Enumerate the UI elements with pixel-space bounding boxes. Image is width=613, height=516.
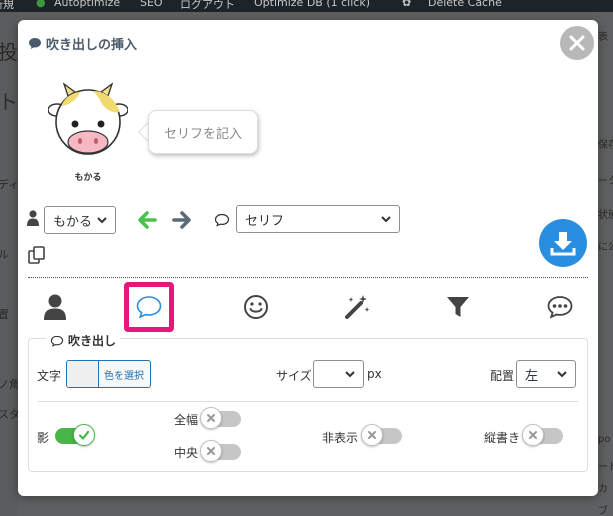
toggle-knob: [200, 440, 222, 462]
user-icon: [27, 210, 39, 226]
adminbar-logout[interactable]: ログアウト: [180, 0, 235, 12]
full-width-label: 全幅: [174, 413, 199, 427]
center-toggle[interactable]: [200, 440, 241, 462]
speech-bubble-icon: [29, 38, 41, 49]
toggle-knob: [522, 424, 544, 446]
bg-left-text: スタ: [0, 408, 20, 421]
toggle-knob: [200, 407, 222, 429]
bg-right-text: ブ: [598, 506, 608, 516]
filter-icon: [447, 297, 469, 317]
tab-character[interactable]: [30, 282, 80, 332]
tab-more[interactable]: [535, 282, 585, 332]
copy-icon[interactable]: [28, 246, 46, 264]
download-icon: [550, 232, 576, 256]
bg-right-text: に公: [598, 242, 613, 253]
arrow-right-icon[interactable]: [170, 208, 194, 232]
bg-right-text: 状態: [598, 210, 613, 221]
bg-left-text: ル: [0, 248, 9, 261]
chat-dots-icon: [547, 296, 573, 319]
chevron-down-icon: [97, 217, 107, 224]
bg-right-text: ータ: [598, 176, 613, 187]
color-picker-button[interactable]: 色を選択: [66, 360, 151, 388]
bg-left-text: ト: [0, 90, 18, 114]
bg-right-text: 表: [598, 32, 608, 43]
user-icon: [44, 294, 66, 320]
toggle-knob: [361, 424, 383, 446]
panel-divider: [38, 401, 578, 402]
avatar-cow-icon: [48, 82, 128, 155]
x-icon: [207, 414, 215, 422]
panel-legend-text: 吹き出し: [68, 334, 117, 348]
bg-left-text: ディ: [0, 178, 20, 191]
adminbar-new[interactable]: 新規: [0, 0, 14, 12]
adminbar-delete-cache[interactable]: Delete Cache: [428, 0, 502, 9]
adminbar-autoptimize[interactable]: Autoptimize: [54, 0, 120, 9]
modal-title-text: 吹き出しの挿入: [46, 38, 138, 53]
x-icon: [529, 431, 537, 439]
shadow-label: 影: [37, 431, 50, 445]
tab-emoji[interactable]: [231, 282, 281, 332]
bg-right-text: カ: [598, 484, 608, 495]
shadow-toggle[interactable]: [55, 424, 95, 446]
bg-right-text: po: [598, 434, 611, 445]
size-unit: px: [367, 367, 382, 381]
chevron-down-icon: [557, 371, 567, 378]
adminbar-seo[interactable]: SEO: [140, 0, 163, 9]
hide-label: 非表示: [322, 431, 359, 445]
modal-title: 吹き出しの挿入: [28, 34, 137, 53]
tab-effects[interactable]: [332, 282, 382, 332]
adminbar-status-dot: ●: [36, 0, 46, 9]
adminbar-optimize-db[interactable]: Optimize DB (1 click): [254, 0, 370, 9]
bg-left-text: 置: [0, 308, 9, 321]
bg-right-text: 保存: [598, 140, 613, 151]
admin-bar: 新規 ● Autoptimize SEO ログアウト Optimize DB (…: [0, 0, 613, 12]
speech-bubble-icon: [136, 296, 162, 319]
preview-speech-bubble[interactable]: セリフを記入: [148, 110, 258, 154]
size-label: サイズ: [276, 369, 312, 383]
x-icon: [368, 431, 376, 439]
hide-toggle[interactable]: [361, 424, 402, 446]
align-select-value: 左: [525, 368, 539, 384]
close-icon: [569, 35, 585, 51]
color-swatch: [67, 361, 99, 387]
chevron-down-icon: [381, 216, 391, 223]
bubble-settings-panel: [28, 338, 588, 472]
avatar-name: もかる: [74, 173, 102, 183]
smile-icon: [244, 295, 268, 319]
close-button[interactable]: [560, 26, 594, 60]
character-select[interactable]: もかる: [44, 206, 116, 234]
insert-bubble-modal: 吹き出しの挿入 もかる セリフを記入 もかる セリフ 吹き出し 文字 色を選択 …: [18, 20, 598, 496]
full-width-toggle[interactable]: [200, 407, 241, 429]
adminbar-cache-icon: ✿: [402, 0, 412, 9]
align-select[interactable]: 左: [516, 360, 576, 388]
align-label: 配置: [490, 369, 515, 383]
bubble-text: セリフを記入: [163, 126, 242, 142]
arrow-left-icon[interactable]: [135, 208, 159, 232]
bubble-type-select[interactable]: セリフ: [236, 205, 400, 233]
toolbar-divider: [28, 277, 588, 278]
color-button-label: 色を選択: [104, 370, 144, 382]
center-label: 中央: [174, 446, 199, 460]
toggle-knob: [73, 424, 95, 446]
size-select[interactable]: [313, 360, 364, 388]
speech-bubble-outline-icon: [214, 213, 230, 227]
tab-filter[interactable]: [433, 282, 483, 332]
check-icon: [78, 430, 90, 440]
tab-bubble[interactable]: [124, 282, 174, 332]
bg-right-text: ード: [598, 462, 613, 473]
panel-legend: 吹き出し: [46, 332, 121, 349]
download-button[interactable]: [539, 219, 587, 267]
bg-left-text: ノ角: [0, 378, 20, 391]
character-select-value: もかる: [53, 214, 93, 230]
x-icon: [207, 447, 215, 455]
speech-bubble-outline-icon: [50, 335, 64, 347]
magic-wand-icon: [345, 295, 370, 319]
chevron-down-icon: [345, 371, 355, 378]
vertical-toggle[interactable]: [522, 424, 563, 446]
bubble-type-select-value: セリフ: [245, 213, 285, 229]
vertical-label: 縦書き: [484, 431, 521, 445]
text-label: 文字: [37, 369, 62, 383]
